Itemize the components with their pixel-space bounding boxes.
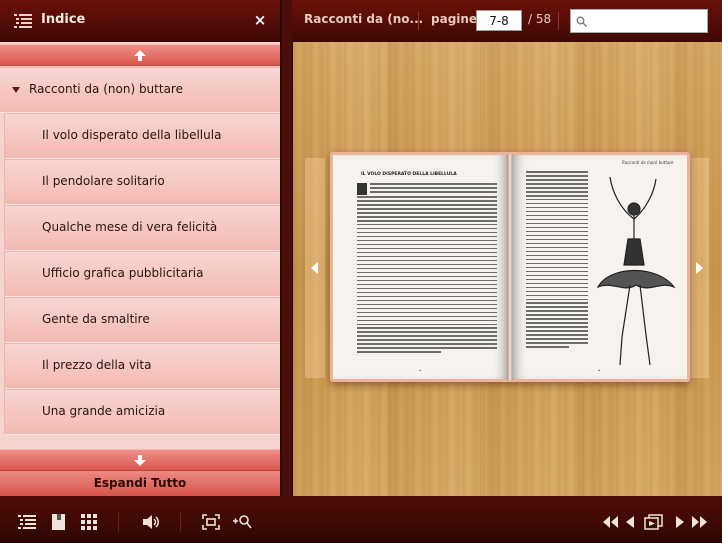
left-page[interactable]: IL VOLO DISPERATO DELLA LIBELLULA • <box>333 155 508 379</box>
toc-item-vera-felicita[interactable]: Qualche mese di vera felicità <box>4 205 280 251</box>
toc-item-label: Qualche mese di vera felicità <box>42 220 218 234</box>
flipbook-reader: Indice × Racconti da (non) buttare Il vo… <box>0 0 722 543</box>
arrow-down-icon <box>134 455 146 466</box>
drop-cap <box>357 183 367 195</box>
index-panel: Indice × Racconti da (non) buttare Il vo… <box>0 0 282 496</box>
toc-item-label: Il prezzo della vita <box>42 358 152 372</box>
left-page-heading: IL VOLO DISPERATO DELLA LIBELLULA <box>361 172 457 177</box>
fullscreen-icon[interactable] <box>201 513 221 531</box>
toc-item-label: Una grande amicizia <box>42 404 166 418</box>
next-page-icon[interactable] <box>669 513 689 531</box>
expand-all-button[interactable]: Espandi Tutto <box>0 471 280 496</box>
toc-item-racconti[interactable]: Racconti da (non) buttare <box>0 67 280 113</box>
toolbar-bottom <box>0 500 722 543</box>
toc-item-grande-amicizia[interactable]: Una grande amicizia <box>4 389 280 435</box>
search-box[interactable] <box>570 9 708 33</box>
last-page-icon[interactable] <box>690 513 710 531</box>
toc-item-volo-libellula[interactable]: Il volo disperato della libellula <box>4 113 280 159</box>
toc-item-prezzo-vita[interactable]: Il prezzo della vita <box>4 343 280 389</box>
next-page-area[interactable] <box>689 158 709 378</box>
toc-item-label: Gente da smaltire <box>42 312 150 326</box>
page-number-marker: • <box>598 368 601 373</box>
right-page-heading: Racconti da (non) buttare <box>622 160 674 165</box>
list-icon[interactable] <box>17 513 37 531</box>
toc-item-label: Racconti da (non) buttare <box>29 82 183 96</box>
first-page-icon[interactable] <box>600 513 620 531</box>
divider <box>118 512 119 532</box>
caret-down-icon[interactable] <box>12 87 20 93</box>
book-viewer: IL VOLO DISPERATO DELLA LIBELLULA • Racc… <box>292 42 722 496</box>
single-page-icon[interactable] <box>49 513 69 531</box>
prev-page-icon[interactable] <box>621 513 641 531</box>
slideshow-icon[interactable] <box>644 513 664 531</box>
previous-page-area[interactable] <box>305 158 325 378</box>
open-book[interactable]: IL VOLO DISPERATO DELLA LIBELLULA • Racc… <box>330 152 690 382</box>
search-input[interactable] <box>591 12 705 30</box>
text-block <box>526 330 588 350</box>
index-header: Indice × <box>0 0 280 42</box>
document-title: Racconti da (no... <box>304 12 424 26</box>
page-number-input[interactable] <box>476 10 522 31</box>
close-index-button[interactable]: × <box>252 12 268 28</box>
speaker-icon[interactable] <box>141 513 161 531</box>
pages-label: pagine: <box>431 12 482 26</box>
chevron-left-icon <box>311 262 318 274</box>
toc-item-label: Il volo disperato della libellula <box>42 128 222 142</box>
text-block <box>357 196 497 355</box>
toc-item-gente-smaltire[interactable]: Gente da smaltire <box>4 297 280 343</box>
page-number-marker: • <box>419 368 422 373</box>
right-page[interactable]: Racconti da (non) buttare • <box>512 155 687 379</box>
toc-list: Racconti da (non) buttare Il volo disper… <box>0 67 280 447</box>
search-icon <box>576 16 587 27</box>
list-icon <box>14 14 32 28</box>
text-block <box>370 183 497 195</box>
scroll-up-button[interactable] <box>0 44 280 66</box>
toc-item-label: Il pendolare solitario <box>42 174 165 188</box>
divider <box>180 512 181 532</box>
zoom-in-icon[interactable] <box>232 513 252 531</box>
ballerina-illustration <box>596 176 676 366</box>
scroll-down-button[interactable] <box>0 449 280 471</box>
divider <box>558 12 559 30</box>
grid-icon[interactable] <box>79 513 99 531</box>
divider <box>418 12 419 30</box>
page-total: / 58 <box>528 12 552 26</box>
toc-item-pendolare[interactable]: Il pendolare solitario <box>4 159 280 205</box>
toolbar-top: Racconti da (no... pagine: / 58 <box>292 0 722 42</box>
arrow-up-icon <box>134 50 146 61</box>
chevron-right-icon <box>696 262 703 274</box>
toc-item-label: Ufficio grafica pubblicitaria <box>42 266 204 280</box>
toc-item-ufficio-grafica[interactable]: Ufficio grafica pubblicitaria <box>4 251 280 297</box>
text-block <box>526 171 588 330</box>
index-title: Indice <box>41 12 86 27</box>
